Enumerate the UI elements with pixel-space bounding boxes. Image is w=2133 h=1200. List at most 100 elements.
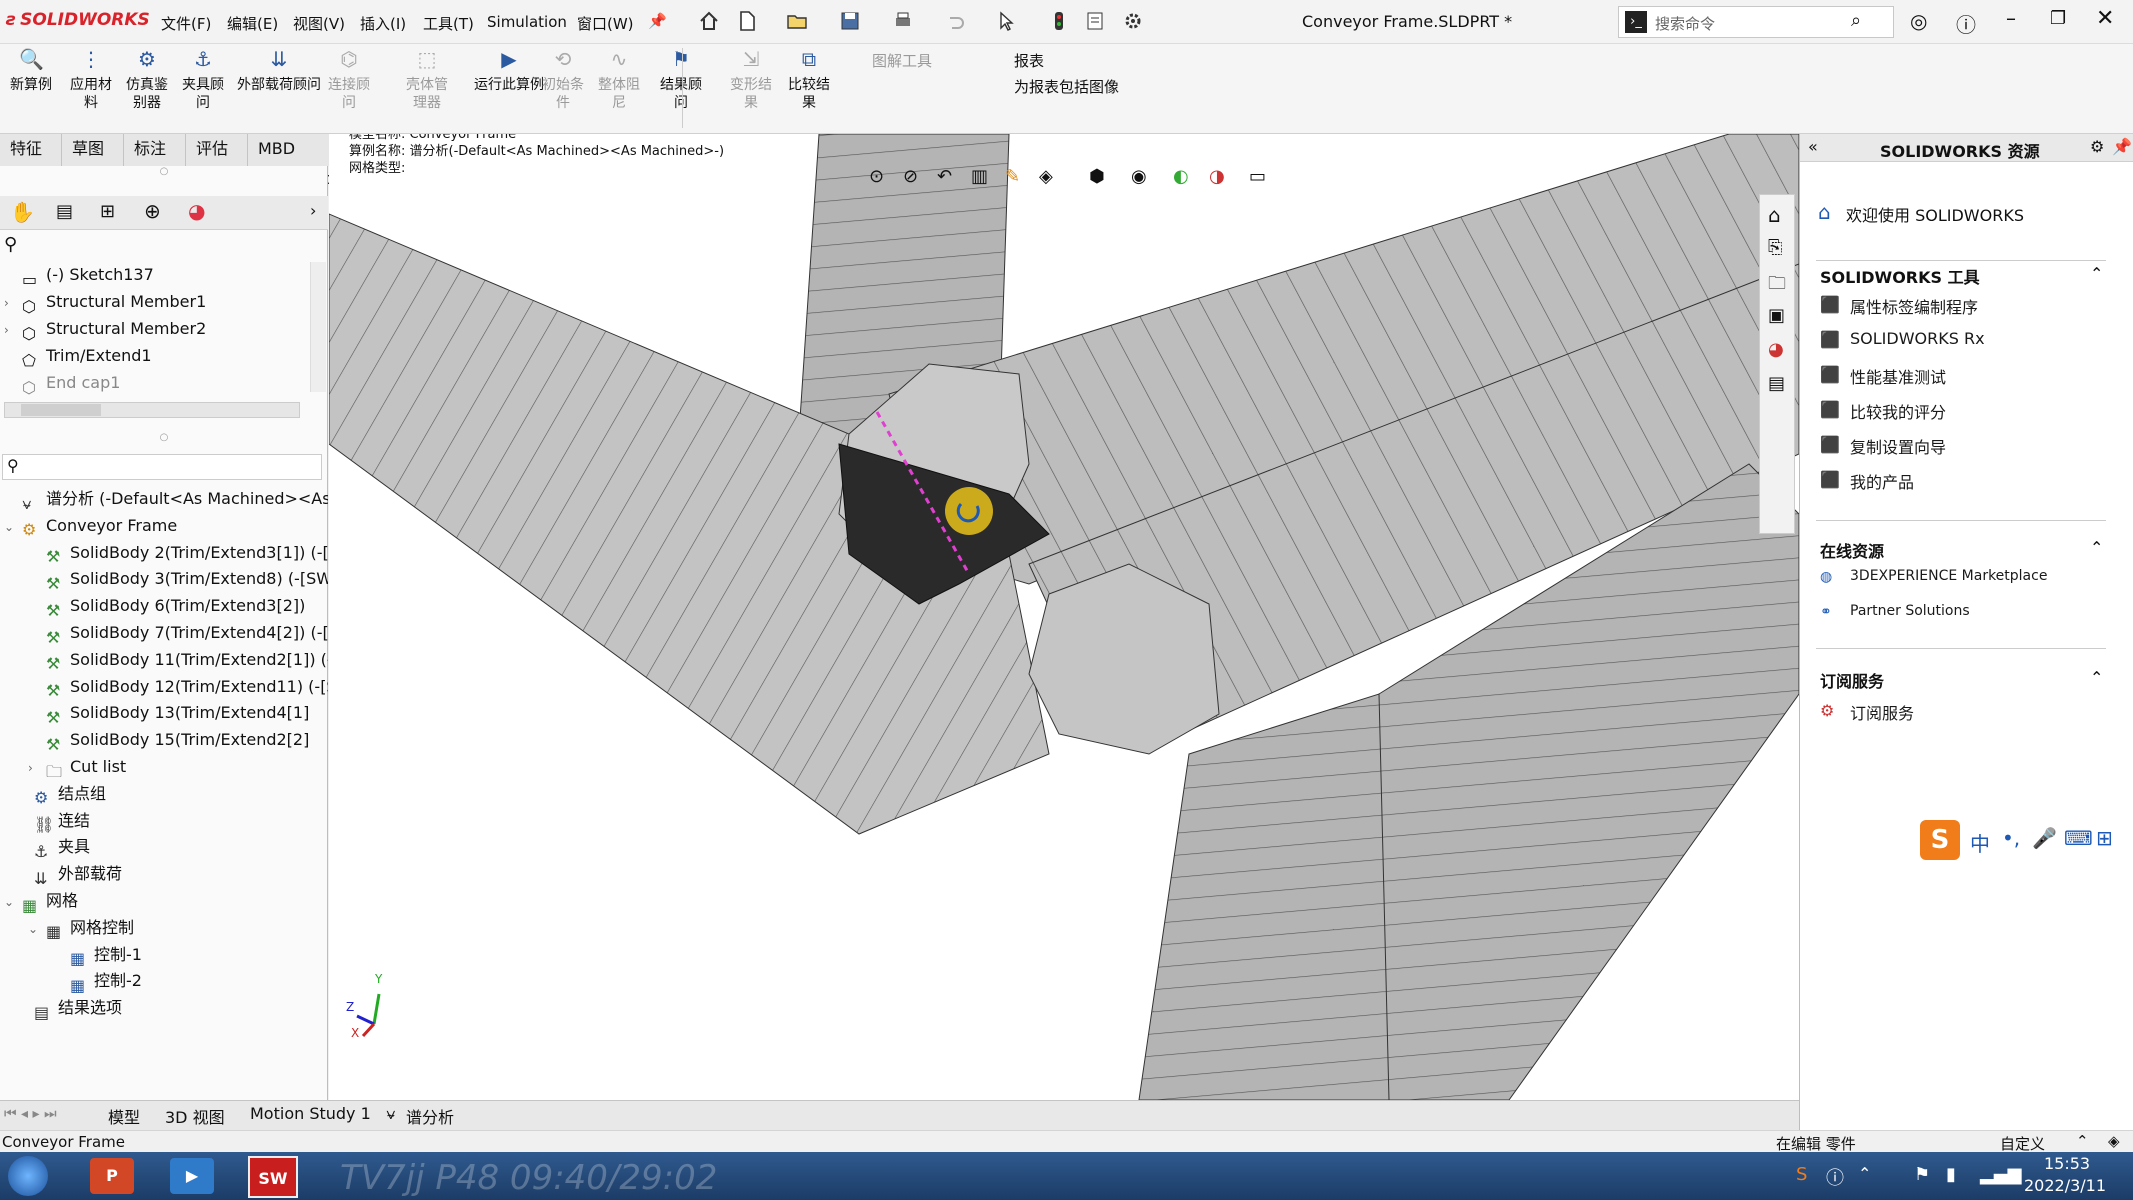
report-button[interactable]: 报表 [1014,50,1044,71]
cmd-simulation-evaluator[interactable]: ⚙ 仿真鉴别器 [120,49,174,112]
custom-properties-icon[interactable]: ▤ [1768,373,1785,394]
design-library-icon[interactable]: ⎘ [1768,237,1782,258]
pane-options-icon[interactable]: ⚙ [2090,137,2104,156]
display-manager-tab-icon[interactable]: ◕ [188,199,205,223]
cmd-results-advisor[interactable]: ⚑ 结果顾问 [654,49,708,112]
study-tree-item[interactable]: ▦ 控制-1 [52,942,328,968]
tray-flag-icon[interactable]: ⚑ [1914,1164,1930,1185]
tool-link[interactable]: ⬛ 比较我的评分 [1820,399,1946,423]
study-tree-item[interactable]: ⚒ SolidBody 12(Trim/Extend11) (-[S [28,674,328,700]
cmd-fixtures-advisor[interactable]: ⚓ 夹具顾问 [176,49,230,112]
cmd-connections-advisor[interactable]: ⌬ 连接顾问 [322,49,376,112]
cmd-apply-material[interactable]: ⋮ 应用材料 [64,49,118,112]
collapse-tools-icon[interactable]: ⌃ [2090,264,2103,283]
start-button-icon[interactable] [8,1156,48,1196]
tree-item[interactable]: › ⬡ Structural Member1 [4,289,206,315]
include-image-button[interactable]: 为报表包括图像 [1014,76,1119,97]
study-tree-item[interactable]: ⚒ SolidBody 6(Trim/Extend3[2]) [28,593,328,619]
study-tree-item[interactable]: ⇊ 外部载荷 [16,861,328,887]
tree-item[interactable]: › ⬡ Structural Member2 [4,316,206,342]
tab-spectrum-analysis[interactable]: 谱分析 [406,1104,454,1128]
study-tree-item[interactable]: ⚒ SolidBody 13(Trim/Extend4[1] [28,700,328,726]
tab-3d-view[interactable]: 3D 视图 [165,1104,225,1128]
menu-file[interactable]: 文件(F) [161,13,211,34]
status-units[interactable]: 自定义 [2000,1133,2045,1154]
cmd-external-loads[interactable]: ⇊ 外部载荷顾问 [236,49,322,94]
cmd-deformed-result[interactable]: ⇲ 变形结果 [724,49,778,112]
panel-splitter-2[interactable]: ○ [0,432,328,444]
tree-item[interactable]: ⬡ End cap1 [4,370,120,396]
minimize-button[interactable]: – [2006,6,2016,30]
tool-link[interactable]: ⬛ SOLIDWORKS Rx [1820,329,1985,349]
tool-link[interactable]: ⬛ 复制设置向导 [1820,434,1946,458]
online-link[interactable]: ◍ 3DEXPERIENCE Marketplace [1820,568,2047,585]
menu-simulation[interactable]: Simulation [487,13,567,31]
search-commands-input[interactable]: ›_ 搜索命令 ⌕ [1618,6,1894,38]
select-pointer-icon[interactable] [996,10,1018,32]
frame-3d-model[interactable] [329,134,1799,1100]
expand-arrow-icon[interactable]: › [28,755,46,780]
powerpoint-app-icon[interactable]: P [90,1158,134,1194]
cmd-initial-conditions[interactable]: ⟲ 初始条件 [536,49,590,112]
tool-link[interactable]: ⬛ 性能基准测试 [1820,364,1946,388]
study-tree-item[interactable]: ▦ 控制-2 [52,968,328,994]
tray-network-icon[interactable]: ▂▄▆ [1980,1164,2022,1185]
study-tree-item[interactable]: ⚒ SolidBody 15(Trim/Extend2[2] [28,727,328,753]
solidworks-taskbar-icon[interactable]: SW [248,1156,298,1198]
heads-up-view-toolbar[interactable]: ⊙ ⊘ ↶ ▥ ✎ ◈ ⬢ ◉ ◐ ◑ ▭ [869,166,1269,194]
tab-2[interactable]: 标注 [124,134,186,166]
expand-arrow-icon[interactable]: › [4,290,22,315]
status-tag-icon[interactable]: ◈ [2108,1132,2120,1150]
options-gear-icon[interactable] [1122,10,1144,32]
save-icon[interactable] [839,10,861,32]
units-dropdown-icon[interactable]: ⌃ [2076,1132,2089,1150]
tree-horizontal-scrollbar[interactable] [4,402,300,418]
study-tree-item[interactable]: ⚒ SolidBody 3(Trim/Extend8) (-[SW [28,566,328,592]
study-filter-input[interactable]: ⚲ [2,454,322,480]
feature-manager-tab-icon[interactable]: ✋ [10,200,35,224]
tree-item[interactable]: ▭ (-) Sketch137 [4,262,154,288]
tab-1[interactable]: 草图 [62,134,124,166]
dimxpert-tab-icon[interactable]: ⊕ [144,199,161,223]
new-document-icon[interactable] [736,10,758,32]
tree-vertical-scrollbar[interactable] [310,262,326,392]
expand-panel-icon[interactable]: › [310,201,316,220]
tray-battery-icon[interactable]: ▮ [1946,1164,1956,1185]
cmd-compare-results[interactable]: ⧉ 比较结果 [782,49,836,112]
property-manager-tab-icon[interactable]: ▤ [56,201,73,222]
restore-button[interactable]: ❐ [2050,8,2066,29]
close-button[interactable]: ✕ [2096,6,2114,31]
study-tree-item[interactable]: ⚙ 结点组 [16,781,328,807]
study-tree-item[interactable]: ⌄ ▦ 网格控制 [28,915,328,941]
clock-date[interactable]: 2022/3/11 [2024,1176,2106,1195]
home-icon[interactable] [698,10,720,32]
subscription-section-header[interactable]: 订阅服务 [1820,668,1884,692]
study-tree-item[interactable]: ⚒ SolidBody 11(Trim/Extend2[1]) (-[ [28,647,328,673]
study-tree-item[interactable]: ⚒ SolidBody 2(Trim/Extend3[1]) (-[S [28,540,328,566]
collapse-subscription-icon[interactable]: ⌃ [2090,668,2103,687]
tree-item[interactable]: ⬠ Trim/Extend1 [4,343,152,369]
pin-pane-icon[interactable]: 📌 [2112,137,2132,156]
menu-tools[interactable]: 工具(T) [423,13,474,34]
collapse-pane-icon[interactable]: « [1808,137,1818,156]
expand-arrow-icon[interactable]: › [4,317,22,342]
file-properties-icon[interactable] [1084,10,1106,32]
undo-icon[interactable] [944,10,966,32]
tray-expand-icon[interactable]: ⌃ [1858,1164,1871,1183]
view-palette-icon[interactable]: ▣ [1768,305,1785,326]
menu-window[interactable]: 窗口(W) [577,13,634,34]
filter-icon[interactable]: ⚲ [4,234,17,255]
tab-0[interactable]: 特征 [0,134,62,166]
study-tree-item[interactable]: ▤ 结果选项 [16,995,328,1021]
subscription-link[interactable]: ⚙ 订阅服务 [1820,700,1914,724]
help-icon[interactable]: ⓘ [1956,9,1976,38]
expand-arrow-icon[interactable]: ⌄ [4,889,22,914]
study-tree-item[interactable]: › 🗀 Cut list [28,754,328,780]
menu-insert[interactable]: 插入(I) [360,13,406,34]
traffic-light-icon[interactable] [1048,10,1070,32]
open-folder-icon[interactable] [786,10,808,32]
tab-3[interactable]: 评估 [186,134,248,166]
expand-arrow-icon[interactable]: ⌄ [4,514,22,539]
tray-help-icon[interactable]: ⓘ [1826,1164,1844,1190]
menu-view[interactable]: 视图(V) [293,13,345,34]
